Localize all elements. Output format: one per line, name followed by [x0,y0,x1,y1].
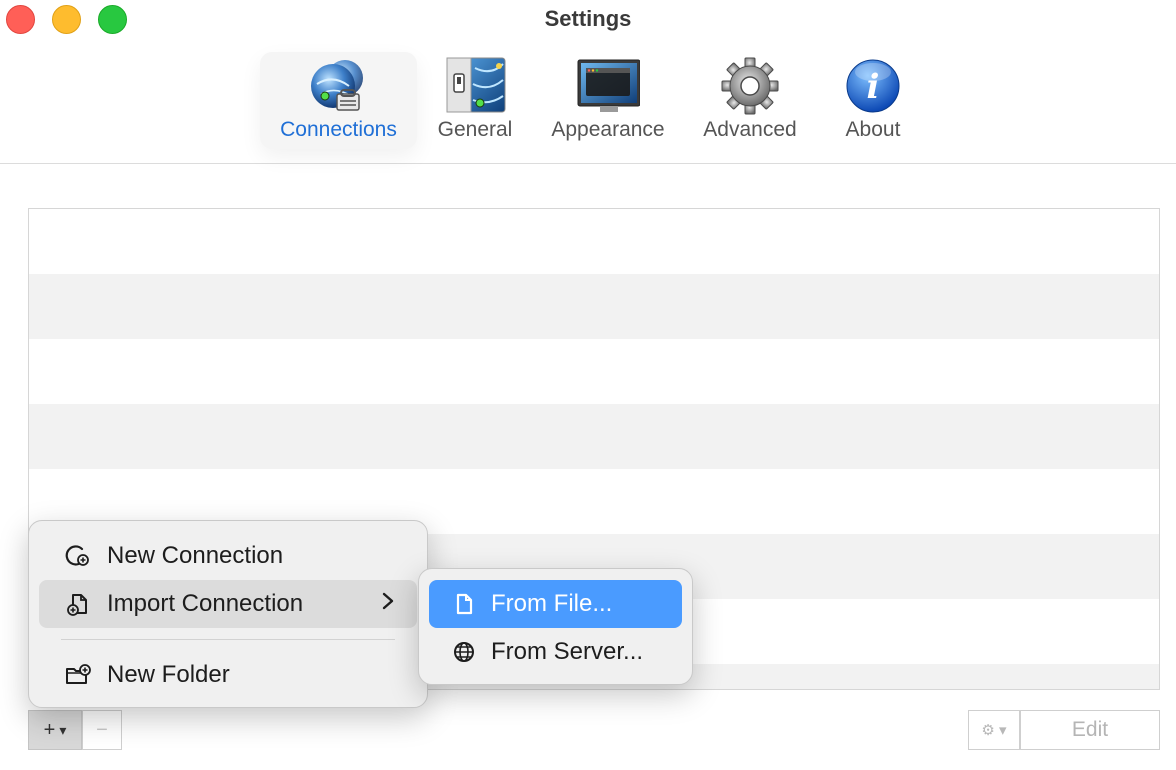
add-button[interactable]: + ▾ [28,710,82,750]
menu-item-label: From Server... [491,638,644,665]
window-toolbar: Settings Connections General Appearance … [0,0,1176,164]
plus-icon: + [43,718,56,741]
appearance-monitor-icon [577,59,640,112]
new-connection-icon [63,541,93,571]
menu-item-import-connection[interactable]: Import Connection [39,580,417,628]
edit-button[interactable]: Edit [1020,710,1160,750]
svg-text:i: i [867,67,880,107]
menu-item-new-connection[interactable]: New Connection [39,532,417,580]
tab-advanced[interactable]: Advanced [690,52,810,149]
add-menu: New Connection Import Connection New Fol [28,520,428,708]
minus-icon: − [96,718,108,741]
import-submenu: From File... From Server... [418,568,693,685]
tab-label: About [845,118,901,141]
menu-item-from-server[interactable]: From Server... [429,628,682,676]
remove-button[interactable]: − [82,710,122,750]
connections-globe-icon [310,60,363,111]
tab-connections[interactable]: Connections [260,52,417,149]
globe-icon [449,637,479,667]
import-connection-icon [63,589,93,619]
menu-separator [61,639,395,640]
file-icon [449,589,479,619]
tab-about[interactable]: i About [830,52,916,149]
list-row[interactable] [29,404,1159,469]
tab-appearance[interactable]: Appearance [540,52,676,149]
new-folder-icon [63,660,93,690]
menu-item-label: Import Connection [107,590,304,617]
tab-label: Connections [280,118,397,141]
menu-item-new-folder[interactable]: New Folder [39,651,417,699]
gear-icon [721,57,779,115]
gear-dropdown-icon: ⚙ ▾ [981,722,1007,739]
list-row[interactable] [29,209,1159,274]
tab-label: General [437,118,513,141]
dropdown-arrow-icon: ▾ [59,721,67,738]
tab-label: Appearance [551,118,665,141]
menu-item-label: New Folder [107,661,230,688]
menu-item-label: New Connection [107,542,284,569]
menu-item-label: From File... [491,590,613,617]
menu-item-from-file[interactable]: From File... [429,580,682,628]
general-switch-icon [446,57,506,113]
tab-general[interactable]: General [425,52,525,149]
edit-button-label: Edit [1071,718,1109,741]
info-icon: i [846,59,900,113]
window-title: Settings [544,6,632,31]
action-menu-button[interactable]: ⚙ ▾ [968,710,1020,750]
tab-label: Advanced [703,118,797,141]
chevron-right-icon [381,591,395,617]
list-row[interactable] [29,274,1159,339]
list-row[interactable] [29,339,1159,404]
